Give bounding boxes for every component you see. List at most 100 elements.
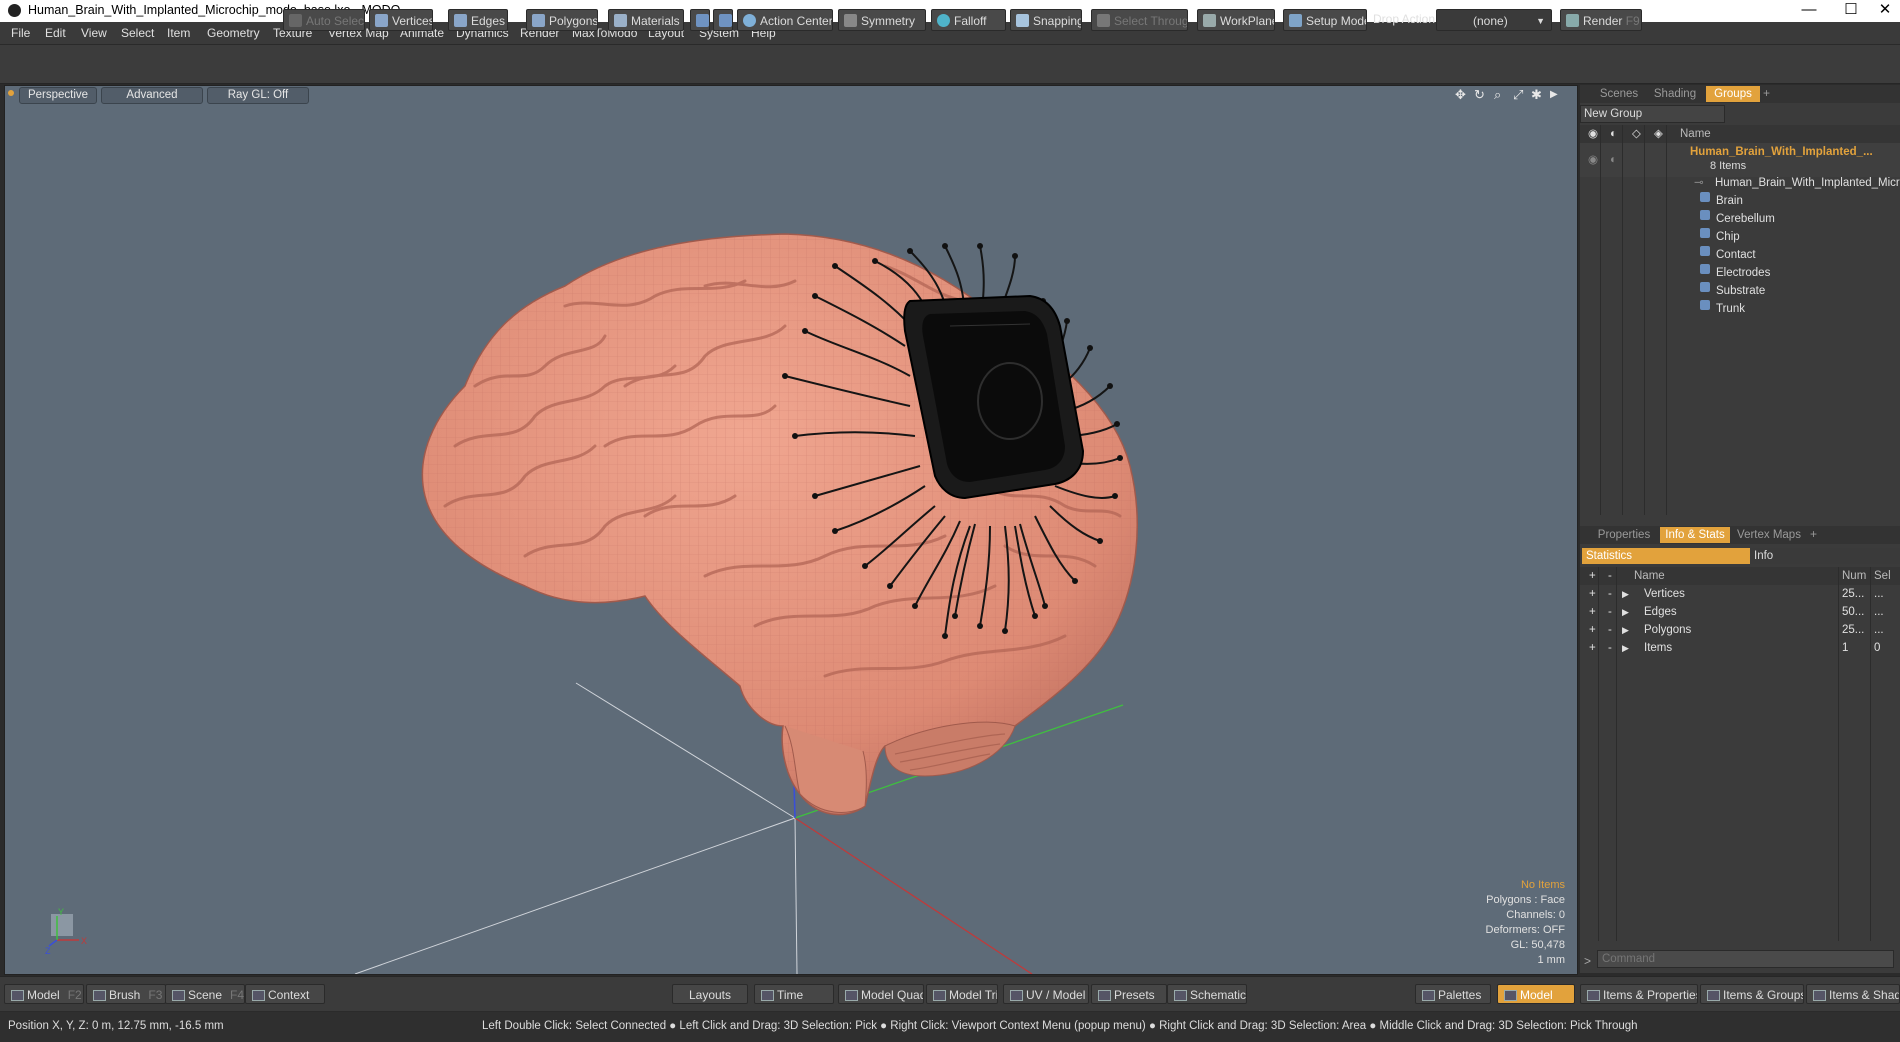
snapping-icon — [1016, 14, 1029, 27]
expand-all-icon[interactable]: + — [1589, 567, 1596, 585]
list-item[interactable]: Chip — [1580, 228, 1900, 246]
tab-properties[interactable]: Properties — [1594, 527, 1654, 543]
axis-x-label: X — [81, 936, 87, 946]
tab-vertex-maps[interactable]: Vertex Maps — [1736, 527, 1802, 543]
tab-statistics[interactable]: Statistics — [1582, 548, 1751, 564]
layout-icon — [1707, 990, 1720, 1001]
rotate-view-icon[interactable]: ↻ — [1474, 87, 1485, 103]
gear-icon[interactable]: ✱ — [1531, 87, 1542, 103]
item-mode-button[interactable] — [713, 9, 733, 31]
setup-mode-button[interactable]: Setup Mode — [1283, 9, 1367, 31]
layout-icon — [845, 990, 858, 1001]
maximize-button[interactable]: ☐ — [1828, 0, 1874, 22]
tab-info-stats[interactable]: Info & Stats — [1660, 527, 1730, 543]
layout-icon — [933, 990, 946, 1001]
shading-mode-button[interactable]: Advanced — [101, 87, 203, 104]
menu-item[interactable]: Item — [167, 26, 190, 40]
status-bar: Position X, Y, Z: 0 m, 12.75 mm, -16.5 m… — [0, 1012, 1900, 1042]
palettes-button[interactable]: Palettes — [1415, 984, 1491, 1004]
list-item[interactable]: Substrate — [1580, 282, 1900, 300]
table-row[interactable]: + - ▶ Edges 50...... — [1580, 603, 1900, 621]
list-item[interactable]: ⊸ Human_Brain_With_Implanted_Micr... — [1580, 174, 1900, 192]
menu-geometry[interactable]: Geometry — [207, 26, 260, 40]
action-center-button[interactable]: Action Center — [737, 9, 833, 31]
render-button[interactable]: Render F9 — [1560, 9, 1642, 31]
viewport-more-icon[interactable]: ▶ — [1550, 89, 1558, 100]
select-through-button[interactable]: Select Through — [1091, 9, 1188, 31]
snapping-button[interactable]: Snapping — [1010, 9, 1082, 31]
3d-viewport[interactable]: X Y Z No Items Polygons : Face Channels:… — [4, 85, 1578, 975]
element-mode-button[interactable] — [690, 9, 710, 31]
collapse-all-icon[interactable]: - — [1608, 567, 1612, 585]
tab-model-tri[interactable]: Model Tri — [926, 984, 998, 1004]
workplane-button[interactable]: WorkPlane — [1197, 9, 1275, 31]
raygl-button[interactable]: Ray GL: Off — [207, 87, 309, 104]
drop-action-dropdown[interactable]: (none) ▼ — [1436, 9, 1552, 31]
select-column-icon: ◈ — [1654, 128, 1663, 140]
tab-uv-model[interactable]: UV / Model — [1003, 984, 1089, 1004]
chevron-down-icon: ▼ — [1536, 16, 1545, 26]
falloff-button[interactable]: Falloff — [931, 9, 1006, 31]
polygons-mode-button[interactable]: Polygons — [526, 9, 598, 31]
command-input[interactable] — [1597, 950, 1894, 968]
list-item[interactable]: Brain — [1580, 192, 1900, 210]
tab-scenes[interactable]: Scenes — [1596, 86, 1642, 102]
group-render-icon[interactable]: ◐ — [1610, 151, 1617, 169]
new-group-button[interactable]: New Group — [1580, 105, 1725, 123]
name-column-header: Name — [1680, 128, 1711, 140]
layout-icon — [1813, 990, 1826, 1001]
tab-schematic[interactable]: Schematic — [1167, 984, 1247, 1004]
perspective-button[interactable]: Perspective — [19, 87, 97, 104]
render-icon — [1566, 14, 1579, 27]
model-mode-button[interactable]: Model — [1497, 984, 1575, 1004]
tab-presets[interactable]: Presets — [1091, 984, 1167, 1004]
close-button[interactable]: ✕ — [1870, 0, 1900, 22]
fit-view-icon[interactable]: ⤢ — [1513, 87, 1523, 103]
group-row[interactable]: ◉ ◐ Human_Brain_With_Implanted_... 8 Ite… — [1580, 143, 1900, 177]
vertices-mode-button[interactable]: Vertices — [369, 9, 433, 31]
tab-info[interactable]: Info — [1750, 548, 1900, 564]
tab-shading[interactable]: Shading — [1648, 86, 1702, 102]
table-row[interactable]: + - ▶ Polygons 25...... — [1580, 621, 1900, 639]
viewport-menu-icon[interactable] — [8, 90, 14, 96]
menu-select[interactable]: Select — [121, 26, 154, 40]
add-tab-icon[interactable]: + — [1763, 86, 1770, 100]
menu-file[interactable]: File — [11, 26, 30, 40]
falloff-icon — [937, 14, 950, 27]
tab-items-properties[interactable]: Items & Properties — [1580, 984, 1698, 1004]
list-item[interactable]: Cerebellum — [1580, 210, 1900, 228]
tab-time[interactable]: Time — [754, 984, 834, 1004]
list-item[interactable]: Trunk — [1580, 300, 1900, 318]
column-divider — [1622, 125, 1623, 515]
table-row[interactable]: + - ▶ Items 1 0 — [1580, 639, 1900, 657]
auto-select-button[interactable]: Auto Select — [283, 9, 365, 31]
edges-mode-button[interactable]: Edges — [448, 9, 508, 31]
list-item[interactable]: Electrodes — [1580, 264, 1900, 282]
layout-context-button[interactable]: Context — [245, 984, 325, 1004]
layout-scene-button[interactable]: Scene F4 — [165, 984, 245, 1004]
tab-model-quad[interactable]: Model Quad — [838, 984, 924, 1004]
tab-items-shading[interactable]: Items & Shading — [1806, 984, 1900, 1004]
move-view-icon[interactable]: ✥ — [1455, 87, 1466, 103]
menu-edit[interactable]: Edit — [45, 26, 66, 40]
polygons-info: Polygons : Face — [1486, 894, 1565, 906]
group-visibility-icon[interactable]: ◉ — [1588, 151, 1598, 169]
stats-header-row: + - Name Num Sel — [1580, 567, 1900, 585]
add-tab-icon[interactable]: + — [1810, 527, 1817, 541]
table-row[interactable]: + - ▶ Vertices 25...... — [1580, 585, 1900, 603]
minimize-button[interactable]: — — [1786, 0, 1832, 22]
tab-items-groups[interactable]: Items & Groups — [1700, 984, 1804, 1004]
list-item[interactable]: Contact — [1580, 246, 1900, 264]
mesh-icon — [1700, 300, 1710, 310]
lock-column-icon: ◇ — [1632, 128, 1641, 140]
layouts-button[interactable]: Layouts — [672, 984, 748, 1004]
tab-groups[interactable]: Groups — [1706, 86, 1760, 102]
column-divider — [1666, 125, 1667, 515]
menu-view[interactable]: View — [81, 26, 107, 40]
materials-mode-button[interactable]: Materials — [608, 9, 684, 31]
symmetry-button[interactable]: Symmetry — [838, 9, 926, 31]
layout-model-button[interactable]: Model F2 — [4, 984, 84, 1004]
zoom-view-icon[interactable]: ⌕ — [1494, 87, 1501, 103]
layout-brush-button[interactable]: Brush F3 — [86, 984, 166, 1004]
auto-select-icon — [289, 14, 302, 27]
